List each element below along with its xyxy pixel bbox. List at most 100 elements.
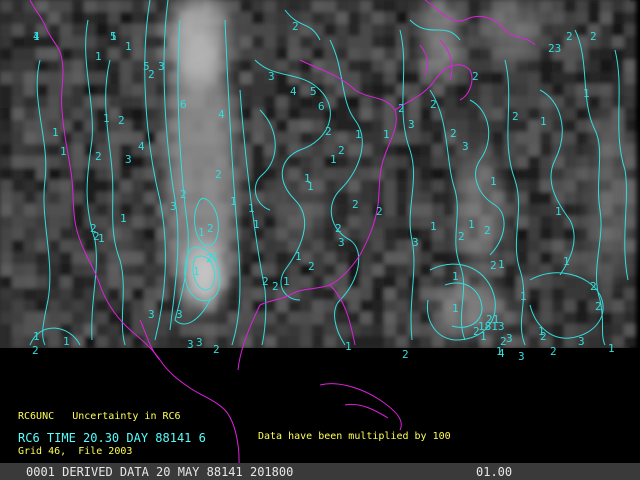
contour-label: 3 <box>268 70 275 83</box>
contour-label: 2 <box>484 224 491 237</box>
scale-note: Data have been multiplied by 100 <box>258 431 451 442</box>
contour-label: 1 <box>120 212 127 225</box>
contour-label: 1 <box>555 205 562 218</box>
contour-label: 2 <box>215 168 222 181</box>
contour-label: 2 <box>180 188 187 201</box>
contour-label: 1 <box>295 250 302 263</box>
satellite-contour-map: 1 1112311 21 2 345642111322111233322111234 56… <box>0 0 640 473</box>
contour-label: 2 <box>272 280 279 293</box>
contour-label: 1 <box>345 340 352 353</box>
contour-label: 2 <box>352 198 359 211</box>
contour-label: 1 <box>103 112 110 125</box>
contour-label: 2 <box>398 102 405 115</box>
contour-label: 1 <box>212 250 219 263</box>
contour-label: 3 <box>158 60 165 73</box>
contour-label: 4 <box>218 108 225 121</box>
contour-label: 2 <box>308 260 315 273</box>
contour-label: 1 <box>125 40 132 53</box>
contour-label: 2 <box>590 30 597 43</box>
grid-line: Grid 46, File 2003 <box>18 446 133 457</box>
contour-label: 3 <box>187 338 194 351</box>
contour-label: 2 <box>376 205 383 218</box>
product-code: RC6UNC <box>18 411 55 422</box>
contour-label: 3 <box>338 236 345 249</box>
contour-label: 1 <box>33 330 40 343</box>
contour-label: 2 <box>490 259 497 272</box>
contour-label: 2 <box>430 98 437 111</box>
contour-label: 1 <box>496 345 503 358</box>
contour-label: 3 <box>170 200 177 213</box>
contour-label: 1 <box>253 218 260 231</box>
contour-label: 5 <box>310 85 317 98</box>
contour-label: 2 <box>550 345 557 358</box>
contour-label: 1 <box>583 87 590 100</box>
contour-label: 3 <box>148 308 155 321</box>
contour-label: 1 <box>383 128 390 141</box>
contour-label: 2 <box>207 222 214 235</box>
contour-label: 3 <box>578 335 585 348</box>
contour-label: 2 <box>325 125 332 138</box>
contour-label: 1 <box>430 220 437 233</box>
contour-label: 23 <box>548 42 561 55</box>
contour-label: 2 <box>566 30 573 43</box>
contour-label: 2 <box>32 344 39 357</box>
contour-label: 6 <box>318 100 325 113</box>
contour-label: 1813 <box>478 320 505 333</box>
contour-label: 1 <box>193 265 200 278</box>
contour-label: 1 <box>540 115 547 128</box>
contour-label: 1 <box>95 50 102 63</box>
contour-label: 3 <box>412 236 419 249</box>
contour-label: 1 <box>355 128 362 141</box>
product-description: Uncertainty in RC6 <box>72 411 181 422</box>
contour-label: 3 <box>176 308 183 321</box>
contour-label: 1 <box>520 290 527 303</box>
contour-label: 1 <box>468 218 475 231</box>
contour-label: 1 <box>230 195 237 208</box>
contour-label: 2 <box>595 300 602 313</box>
contour-label: 1 <box>330 153 337 166</box>
contour-label: 5 <box>110 30 117 43</box>
contour-label: 1 <box>98 232 105 245</box>
contour-label: 4 <box>138 140 145 153</box>
contour-label: 3 <box>506 332 513 345</box>
contour-label: 1 <box>60 145 67 158</box>
contour-label: 2 <box>206 252 213 265</box>
contour-label: 4 <box>33 30 40 43</box>
contour-label: 2 <box>458 230 465 243</box>
contour-label: 2 <box>213 343 220 356</box>
contour-label: 2 <box>472 70 479 83</box>
contour-label: 2 <box>95 150 102 163</box>
contour-label: 3 <box>518 350 525 363</box>
contour-label: 2 <box>335 222 342 235</box>
status-right-text: 01.00 <box>476 465 513 479</box>
contour-label: 1 <box>248 202 255 215</box>
contour-label: 1 <box>563 255 570 268</box>
contour-label: 2 <box>292 20 299 33</box>
contour-label: 1 <box>52 126 59 139</box>
contour-label: 1 <box>198 226 205 239</box>
contour-label: 1 <box>490 175 497 188</box>
contour-label: 1 <box>283 275 290 288</box>
contour-label: 6 <box>180 98 187 111</box>
contour-label: 1 <box>452 302 459 315</box>
contour-label: 3 <box>462 140 469 153</box>
contour-label: 2 <box>590 280 597 293</box>
contour-label: 3 <box>196 336 203 349</box>
contour-label: 5 <box>143 60 150 73</box>
product-line: RC6UNC Uncertainty in RC6 <box>18 411 181 422</box>
contour-label: 4 <box>290 85 297 98</box>
contour-label: 2 <box>450 127 457 140</box>
contour-label: 1 <box>608 342 615 355</box>
contour-label: 2 <box>118 114 125 127</box>
contour-label: 1 <box>63 335 70 348</box>
contour-label: 2 <box>338 144 345 157</box>
contour-label: 2 <box>512 110 519 123</box>
contour-label: 1 <box>307 180 314 193</box>
contour-label: 3 <box>408 118 415 131</box>
contour-label: 1 <box>452 270 459 283</box>
status-left-text: 0001 DERIVED DATA 20 MAY 88141 201800 <box>26 465 294 479</box>
contour-label: 2 <box>402 348 409 361</box>
contour-label: 3 <box>125 153 132 166</box>
contour-label: 2 <box>262 275 269 288</box>
time-line: RC6 TIME 20.30 DAY 88141 6 <box>18 431 206 445</box>
